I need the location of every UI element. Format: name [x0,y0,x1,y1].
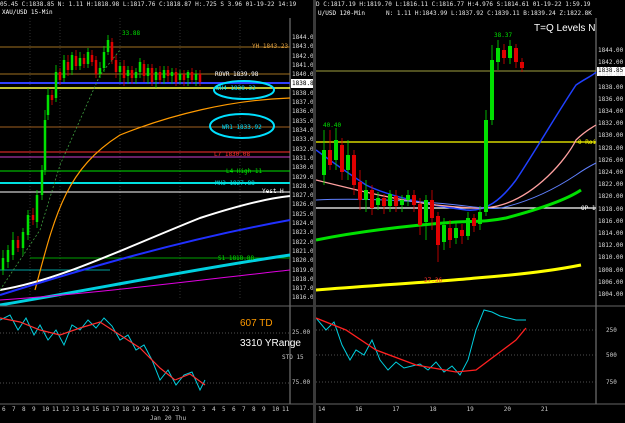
time-axis-label: 3 [202,406,206,413]
right-osc-750: 750 [606,379,617,386]
time-axis-label: 9 [262,406,266,413]
time-axis-label: 11 [282,406,290,413]
td-overlay: 607 TD [240,318,273,329]
time-axis-label: 4 [212,406,216,413]
right-oscillator [316,305,625,405]
left-oscillator [0,305,314,405]
time-axis-label: 10 [42,406,50,413]
time-axis-label: 14 [82,406,90,413]
yrange-overlay: 3310 YRange [240,338,301,349]
time-axis-label: 19 [132,406,140,413]
time-axis-label: 20 [142,406,150,413]
right-time-axis: 14 16 17 18 19 20 21 [316,405,596,415]
osc-scale-25: 25.00 [292,329,311,336]
time-axis-label: 17 [392,406,400,413]
left-chart-pane[interactable]: 05.45 C:1838.85 N: 1.11 H:1818.98 L:1817… [0,0,314,423]
time-axis-label: 7 [242,406,246,413]
time-axis-label: 9 [32,406,36,413]
time-axis-label: 13 [72,406,80,413]
right-osc-250: 250 [606,327,617,334]
time-axis-label: 18 [429,406,437,413]
time-axis-label: 10 [272,406,280,413]
sto-label: STO 15 [282,354,304,361]
time-axis-label: 8 [252,406,256,413]
time-axis-label: 18 [122,406,130,413]
left-time-axis: 6 7 8 9 10 11 12 13 14 15 16 17 18 19 20 21 22 23 1 2 3 4 5 6 7 8… [0,405,290,415]
osc-scale-75: 75.00 [292,379,311,386]
right-osc-500: 500 [606,352,617,359]
time-axis-label: 16 [102,406,110,413]
time-axis-label: 16 [355,406,363,413]
time-axis-label: 2 [192,406,196,413]
right-chart-pane[interactable]: D C:1817.19 H:1819.70 L:1816.11 C:1816.7… [316,0,625,423]
time-axis-label: 5 [222,406,226,413]
time-axis-label: 8 [22,406,26,413]
left-date-label: Jan 20 Thu [150,415,187,422]
time-axis-label: 12 [62,406,70,413]
time-axis-label: 7 [12,406,16,413]
time-axis-label: 17 [112,406,120,413]
time-axis-label: 6 [2,406,6,413]
time-axis-label: 19 [466,406,474,413]
time-axis-label: 21 [540,406,549,413]
time-axis-label: 15 [92,406,100,413]
time-axis-label: 20 [503,406,511,413]
time-axis-label: 6 [232,406,236,413]
time-axis-label: 14 [318,406,326,413]
time-axis-label: 11 [52,406,60,413]
